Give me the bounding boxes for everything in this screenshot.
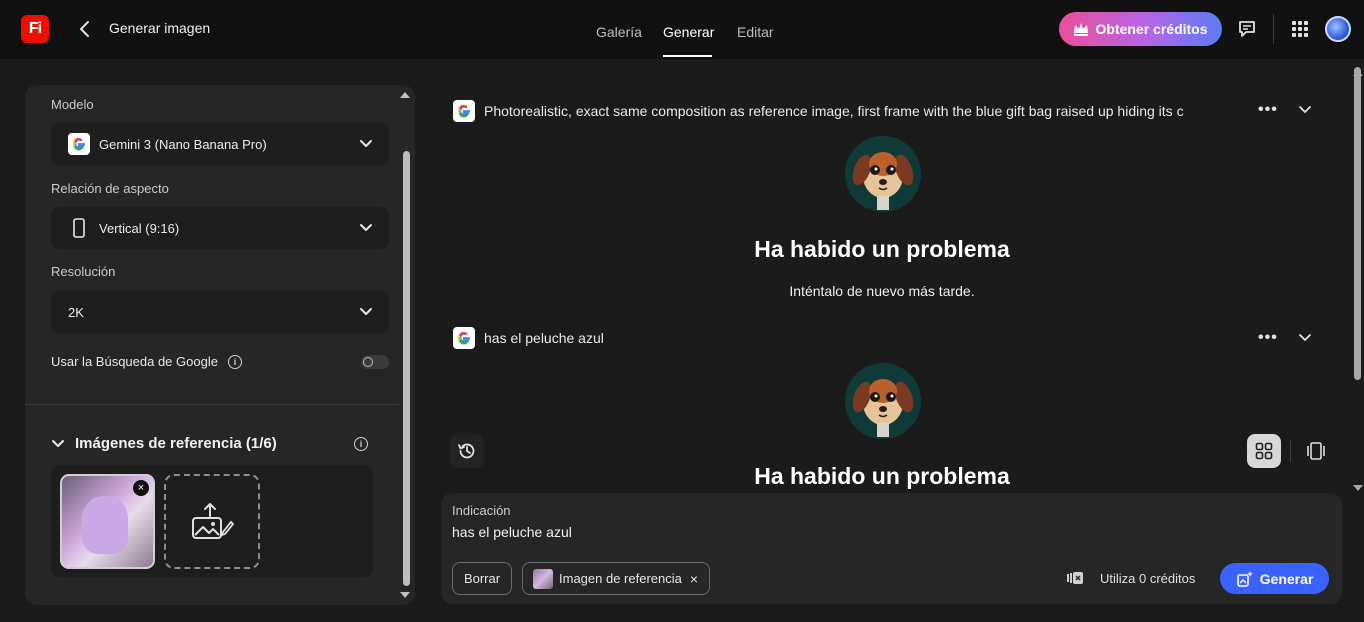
chevron-down-icon xyxy=(52,439,64,447)
resolution-dropdown[interactable]: 2K xyxy=(51,291,389,333)
aspect-ratio-dropdown[interactable]: Vertical (9:16) xyxy=(51,207,389,249)
google-search-toggle[interactable] xyxy=(361,355,389,369)
generate-sparkle-icon xyxy=(1236,570,1253,587)
crown-icon xyxy=(1074,23,1089,36)
message-tools-1: ••• xyxy=(1258,101,1312,119)
grid-view-icon xyxy=(1255,442,1273,460)
remove-chip-icon[interactable]: × xyxy=(690,571,698,587)
info-icon[interactable]: i xyxy=(354,437,368,451)
apps-grid-icon[interactable] xyxy=(1289,18,1311,40)
get-credits-button[interactable]: Obtener créditos xyxy=(1059,12,1222,46)
main-scrollbar-thumb[interactable] xyxy=(1354,67,1361,380)
google-search-label: Usar la Búsqueda de Google xyxy=(51,354,218,369)
google-icon xyxy=(68,133,90,155)
reference-thumbnail[interactable]: × xyxy=(60,474,155,569)
error-subtitle-1: Inténtalo de nuevo más tarde. xyxy=(789,283,975,299)
chevron-down-icon xyxy=(360,308,372,315)
prompt-label: Indicación xyxy=(452,503,511,518)
chevron-down-icon[interactable] xyxy=(1298,103,1312,117)
feedback-chat-icon[interactable] xyxy=(1236,18,1258,40)
app-logo[interactable]: Fi xyxy=(21,15,49,43)
credits-icon xyxy=(1067,572,1083,584)
more-options-icon[interactable]: ••• xyxy=(1258,329,1278,347)
single-view-icon xyxy=(1307,442,1325,460)
single-view-button[interactable] xyxy=(1299,434,1333,468)
upload-image-icon xyxy=(192,502,234,539)
tab-generar[interactable]: Generar xyxy=(663,24,714,40)
resolution-label: Resolución xyxy=(51,264,116,279)
main-scroll-down[interactable] xyxy=(1352,480,1364,498)
reference-chip-label: Imagen de referencia xyxy=(559,571,682,586)
credits-cost-text: Utiliza 0 créditos xyxy=(1100,571,1196,586)
error-title-1: Ha habido un problema xyxy=(754,236,1010,262)
message-tools-2: ••• xyxy=(1258,329,1312,347)
reference-images-header[interactable]: Imágenes de referencia (1/6) xyxy=(51,435,277,452)
model-value: Gemini 3 (Nano Banana Pro) xyxy=(99,136,267,152)
clear-label: Borrar xyxy=(463,571,501,586)
phone-portrait-icon xyxy=(68,217,90,239)
message-prompt-1: Photorealistic, exact same composition a… xyxy=(453,99,1248,123)
reference-images-box: × xyxy=(51,465,373,577)
tab-editar[interactable]: Editar xyxy=(737,24,774,40)
generate-label: Generar xyxy=(1259,570,1314,587)
model-dropdown[interactable]: Gemini 3 (Nano Banana Pro) xyxy=(51,123,389,165)
google-search-row: Usar la Búsqueda de Google i xyxy=(51,354,242,369)
model-label: Modelo xyxy=(51,97,94,112)
prompt-text: Photorealistic, exact same composition a… xyxy=(484,103,1184,119)
error-illustration-dog xyxy=(845,136,921,212)
header-divider xyxy=(1273,14,1274,44)
google-icon xyxy=(453,327,475,349)
info-icon[interactable]: i xyxy=(227,354,242,369)
remove-reference-icon[interactable]: × xyxy=(133,480,149,496)
clear-button[interactable]: Borrar xyxy=(452,562,512,595)
reference-image-chip[interactable]: Imagen de referencia × xyxy=(522,562,710,595)
plush-image xyxy=(82,496,128,554)
more-options-icon[interactable]: ••• xyxy=(1258,101,1278,119)
history-button[interactable] xyxy=(450,434,484,468)
grid-view-button[interactable] xyxy=(1247,434,1281,468)
history-icon xyxy=(458,443,475,459)
get-credits-label: Obtener créditos xyxy=(1095,21,1208,37)
tab-galeria[interactable]: Galería xyxy=(596,24,642,40)
top-bar: Fi Generar imagen Galería Generar Editar… xyxy=(0,0,1364,59)
chevron-down-icon xyxy=(360,140,372,147)
reference-images-title: Imágenes de referencia (1/6) xyxy=(75,435,277,452)
prompt-box: Indicación has el peluche azul Borrar Im… xyxy=(441,493,1342,604)
resolution-value: 2K xyxy=(68,304,84,320)
chevron-down-icon xyxy=(360,224,372,231)
error-title-2: Ha habido un problema xyxy=(754,463,1010,489)
chevron-down-icon[interactable] xyxy=(1298,331,1312,345)
error-illustration-dog xyxy=(845,363,921,439)
prompt-text: has el peluche azul xyxy=(484,330,604,346)
settings-panel: Modelo Gemini 3 (Nano Banana Pro) Relaci… xyxy=(25,85,415,605)
upload-reference-button[interactable] xyxy=(164,474,260,569)
view-divider xyxy=(1290,440,1291,462)
generate-button[interactable]: Generar xyxy=(1220,563,1329,594)
aspect-ratio-value: Vertical (9:16) xyxy=(99,220,180,236)
aspect-ratio-label: Relación de aspecto xyxy=(51,181,169,196)
left-scrollbar-thumb[interactable] xyxy=(403,151,410,586)
section-divider xyxy=(25,404,399,405)
prompt-input[interactable]: has el peluche azul xyxy=(452,524,572,540)
reference-chip-thumbnail xyxy=(533,568,553,589)
active-tab-indicator xyxy=(663,55,712,57)
page-title: Generar imagen xyxy=(109,20,211,36)
user-avatar[interactable] xyxy=(1325,16,1351,42)
back-arrow-icon[interactable] xyxy=(76,19,94,39)
message-prompt-2: has el peluche azul xyxy=(453,326,1248,350)
google-icon xyxy=(453,100,475,122)
